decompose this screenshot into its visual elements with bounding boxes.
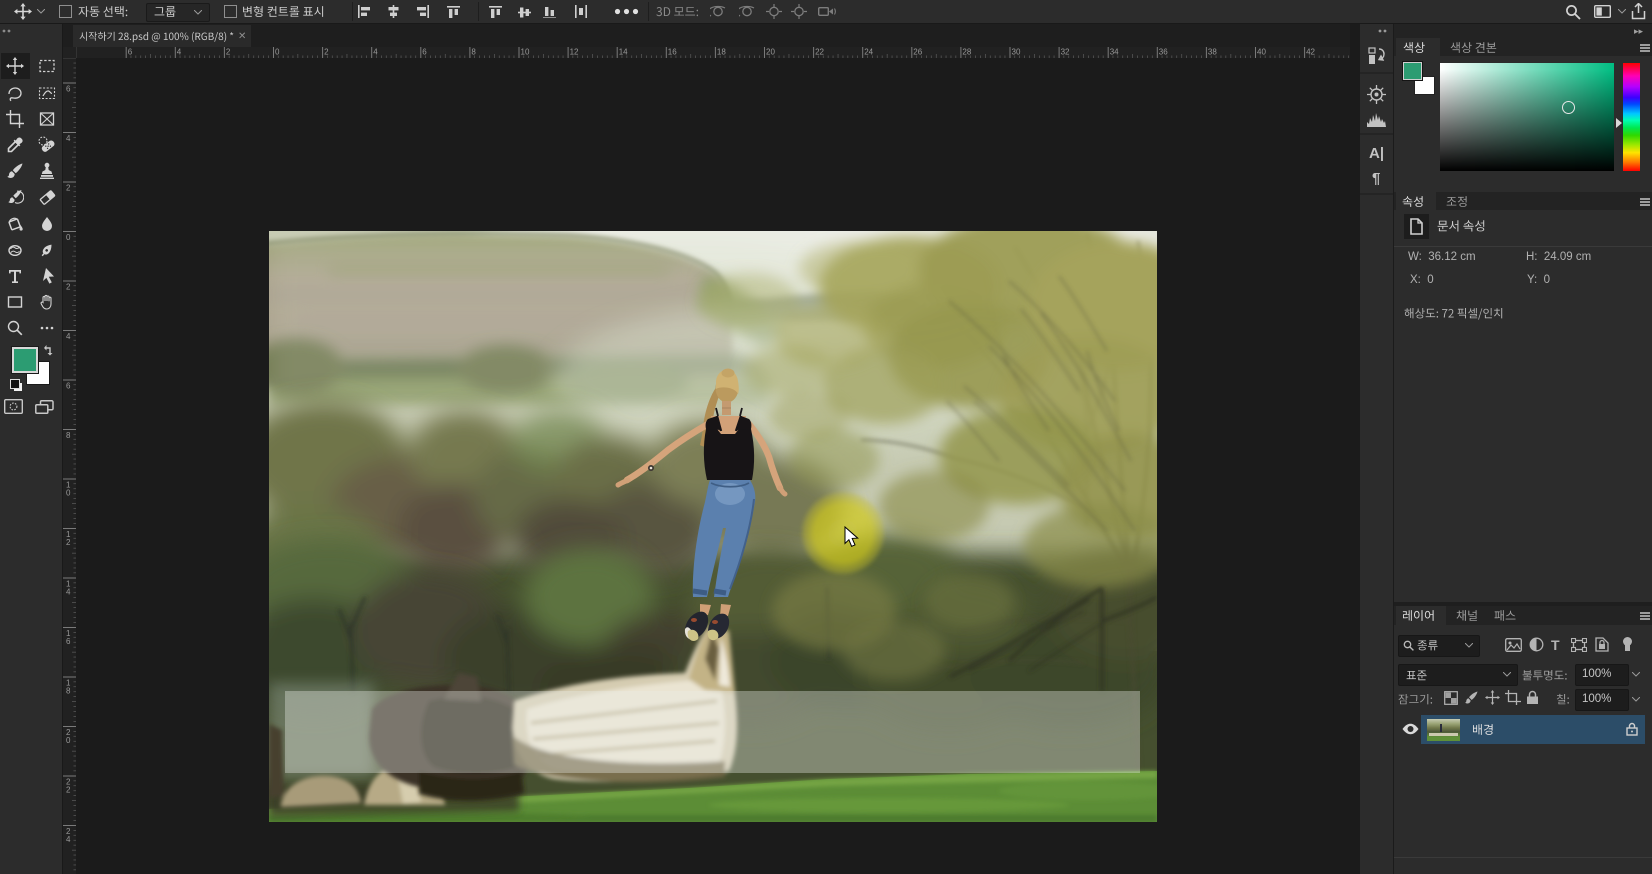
svg-text:6: 6	[66, 637, 71, 646]
svg-text:32: 32	[1061, 48, 1070, 57]
svg-text:40: 40	[1257, 48, 1266, 57]
svg-text:18: 18	[717, 48, 726, 57]
svg-text:2: 2	[324, 48, 329, 57]
svg-text:26: 26	[913, 48, 922, 57]
svg-text:38: 38	[1208, 48, 1217, 57]
svg-text:2: 2	[66, 283, 71, 292]
svg-text:6: 6	[66, 85, 71, 94]
svg-text:16: 16	[668, 48, 677, 57]
svg-text:30: 30	[1012, 48, 1021, 57]
svg-text:0: 0	[66, 489, 71, 498]
svg-text:8: 8	[66, 687, 71, 696]
svg-text:4: 4	[66, 332, 71, 341]
svg-text:22: 22	[815, 48, 824, 57]
svg-text:2: 2	[226, 48, 231, 57]
svg-text:8: 8	[471, 48, 476, 57]
svg-text:4: 4	[177, 48, 182, 57]
svg-text:42: 42	[1306, 48, 1315, 57]
svg-text:36: 36	[1159, 48, 1168, 57]
svg-text:2: 2	[66, 184, 71, 193]
svg-text:28: 28	[962, 48, 971, 57]
svg-text:10: 10	[521, 48, 530, 57]
svg-text:4: 4	[66, 835, 71, 844]
svg-text:2: 2	[66, 538, 71, 547]
svg-text:14: 14	[619, 48, 628, 57]
svg-text:4: 4	[66, 588, 71, 597]
svg-text:0: 0	[66, 233, 71, 242]
svg-text:0: 0	[66, 736, 71, 745]
svg-text:24: 24	[864, 48, 873, 57]
svg-text:4: 4	[66, 134, 71, 143]
svg-text:2: 2	[66, 786, 71, 795]
svg-text:4: 4	[373, 48, 378, 57]
svg-text:34: 34	[1110, 48, 1119, 57]
svg-text:6: 6	[128, 48, 133, 57]
svg-text:12: 12	[570, 48, 579, 57]
svg-text:0: 0	[275, 48, 280, 57]
svg-text:6: 6	[422, 48, 427, 57]
svg-text:20: 20	[766, 48, 775, 57]
svg-text:6: 6	[66, 382, 71, 391]
svg-text:8: 8	[66, 431, 71, 440]
